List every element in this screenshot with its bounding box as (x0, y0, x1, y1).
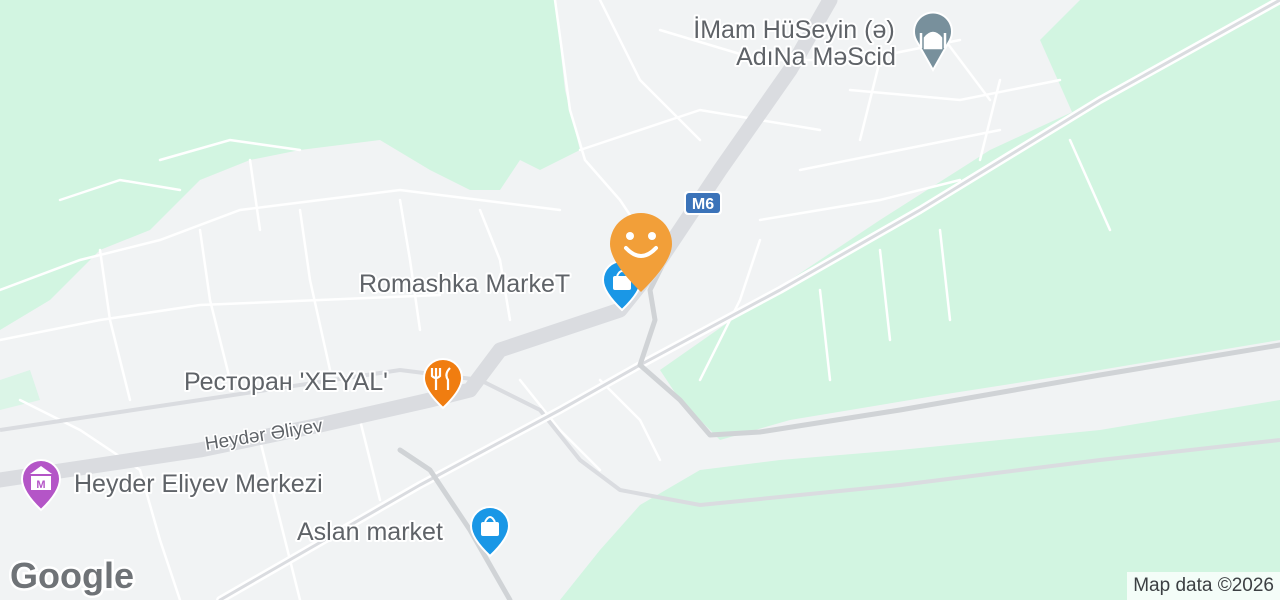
svg-text:M6: M6 (692, 196, 714, 213)
poi-label: İMam HüSeyin (ə) (693, 15, 894, 44)
poi-label: Aslan market (297, 518, 443, 546)
map-canvas[interactable]: Heydər Əliyev M6 İMam HüSeyin (ə) AdıNa … (0, 0, 1280, 600)
poi-label-line2: AdıNa MəScid (736, 43, 896, 71)
poi-label: Ресторан 'XEYAL' (184, 368, 388, 396)
poi-label: Heyder Eliyev Merkezi (74, 470, 323, 498)
svg-text:Google: Google (10, 555, 134, 596)
poi-label: Romashka MarkeT (359, 270, 570, 298)
svg-text:M: M (36, 479, 45, 491)
highway-shield-m6: M6 (684, 191, 722, 215)
google-logo: Google Google (8, 553, 137, 599)
map-attribution[interactable]: Map data ©2026 (1127, 572, 1280, 600)
